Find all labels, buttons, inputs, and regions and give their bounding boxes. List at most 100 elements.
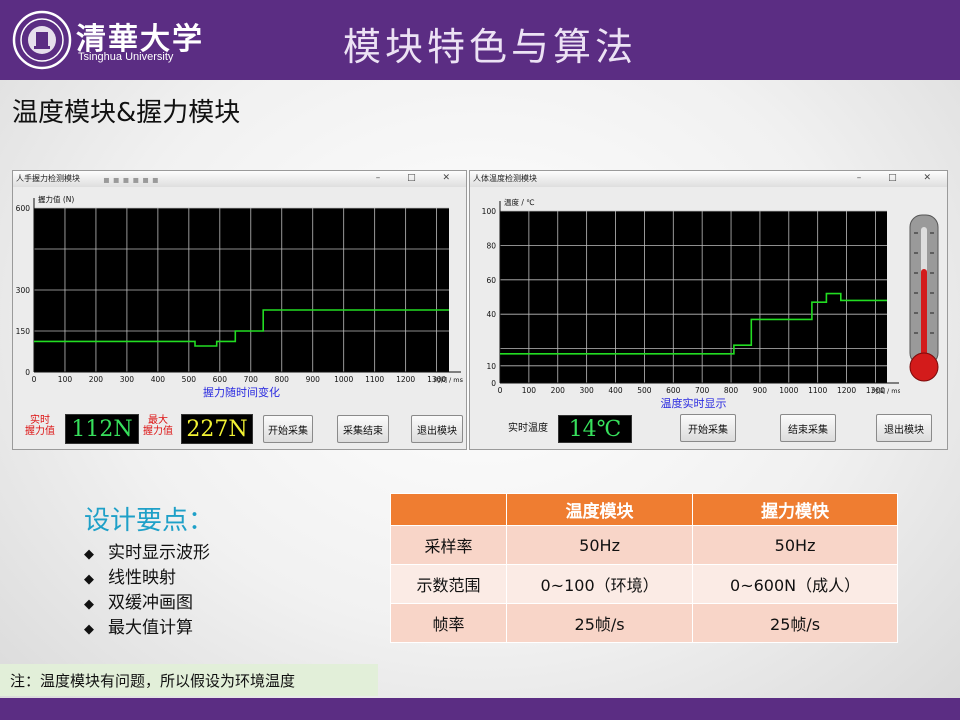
x-tick-label: 600 xyxy=(666,386,681,395)
x-unit-label: 时间 / ms xyxy=(872,386,900,395)
x-tick-label: 700 xyxy=(244,375,259,384)
design-points-heading: 设计要点： xyxy=(84,506,215,536)
y-tick-label: 10 xyxy=(486,362,496,371)
x-tick-label: 1100 xyxy=(808,386,827,395)
table-cell: 0~600N（成人） xyxy=(692,564,898,604)
x-tick-label: 900 xyxy=(306,375,321,384)
window-controls[interactable]: – □ ✕ xyxy=(857,173,943,183)
temp-start-button[interactable]: 开始采集 xyxy=(680,414,736,442)
list-item-text: 双缓冲画图 xyxy=(108,593,193,613)
table-header-cell: 握力模快 xyxy=(692,493,898,526)
temp-window-titlebar: 人体温度检测模块 – □ ✕ xyxy=(470,171,947,187)
y-tick-label: 100 xyxy=(482,207,497,216)
list-item-text: 实时显示波形 xyxy=(108,543,210,563)
x-tick-label: 900 xyxy=(753,386,768,395)
grip-window-title: 人手握力检测模块 xyxy=(16,174,80,183)
x-tick-label: 100 xyxy=(58,375,73,384)
y-tick-label: 60 xyxy=(486,276,496,285)
y-tick-label: 80 xyxy=(486,241,496,250)
diamond-bullet-icon: ◆ xyxy=(84,597,94,612)
slide-title: 模块特色与算法 xyxy=(342,25,637,69)
grip-exit-button[interactable]: 退出模块 xyxy=(411,415,463,443)
list-item: ◆ 实时显示波形 xyxy=(84,538,210,563)
table-header-cell: 温度模块 xyxy=(505,493,694,526)
list-item: ◆ 线性映射 xyxy=(84,563,210,588)
table-row: 采样率 50Hz 50Hz xyxy=(390,525,898,565)
thermometer-icon xyxy=(909,214,939,382)
y-axis-label: 温度 / ℃ xyxy=(504,197,535,207)
grip-max-display: 227N xyxy=(181,414,253,444)
x-tick-label: 400 xyxy=(151,375,166,384)
temp-readout-display: 14℃ xyxy=(558,415,632,443)
window-controls[interactable]: – □ ✕ xyxy=(376,173,462,183)
x-tick-label: 1200 xyxy=(396,375,415,384)
x-tick-label: 200 xyxy=(89,375,104,384)
y-axis-label: 握力值 (N) xyxy=(38,194,74,204)
table-row: 帧率 25帧/s 25帧/s xyxy=(390,603,898,643)
y-tick-label: 0 xyxy=(25,368,30,377)
grip-readout-display: 112N xyxy=(65,414,139,444)
temp-stop-button[interactable]: 结束采集 xyxy=(780,414,836,442)
x-tick-label: 0 xyxy=(32,375,37,384)
table-header-cell xyxy=(390,493,507,526)
x-tick-label: 300 xyxy=(579,386,594,395)
table-cell: 采样率 xyxy=(390,525,507,565)
grip-stop-button[interactable]: 采集结束 xyxy=(337,415,389,443)
temp-exit-button[interactable]: 退出模块 xyxy=(876,414,932,442)
grip-chart: 0 100 200 300 400 500 600 700 800 900 1000 1100 1200… xyxy=(16,194,464,399)
x-tick-label: 600 xyxy=(213,375,228,384)
header-bar: 清華大学 Tsinghua University 模块特色与算法 xyxy=(0,0,960,80)
y-tick-label: 40 xyxy=(486,310,496,319)
list-item: ◆ 双缓冲画图 xyxy=(84,588,210,613)
x-tick-label: 500 xyxy=(182,375,197,384)
y-tick-label: 0 xyxy=(491,379,496,388)
x-axis-title: 温度实时显示 xyxy=(661,396,727,410)
x-axis-title: 握力随时间变化 xyxy=(203,385,280,399)
table-cell: 帧率 xyxy=(390,603,507,643)
grip-max-label: 最大 握力值 xyxy=(143,415,173,437)
footer-bar xyxy=(0,698,960,720)
diamond-bullet-icon: ◆ xyxy=(84,547,94,562)
temp-readout-label: 实时温度 xyxy=(508,423,548,434)
x-tick-label: 800 xyxy=(724,386,739,395)
table-cell: 25帧/s xyxy=(692,603,898,643)
x-tick-label: 1000 xyxy=(779,386,798,395)
x-tick-label: 200 xyxy=(551,386,566,395)
x-tick-label: 400 xyxy=(608,386,623,395)
x-tick-label: 700 xyxy=(695,386,710,395)
table-cell: 50Hz xyxy=(692,525,898,565)
x-tick-label: 1100 xyxy=(365,375,384,384)
table-cell: 25帧/s xyxy=(505,603,694,643)
temp-window: 人体温度检测模块 – □ ✕ 0 100 200 300 400 500 600 700 800… xyxy=(469,170,948,450)
x-tick-label: 500 xyxy=(637,386,652,395)
grip-window: 人手握力检测模块 ▪▪▪▪▪▪ – □ ✕ 0 100 200 300 400 500 60… xyxy=(12,170,467,450)
table-cell: 50Hz xyxy=(505,525,694,565)
table-cell: 0~100（环境） xyxy=(505,564,694,604)
list-item-text: 最大值计算 xyxy=(108,618,193,638)
x-tick-label: 1200 xyxy=(837,386,856,395)
spec-table: 温度模块 握力模快 采样率 50Hz 50Hz 示数范围 0~100（环境） 0… xyxy=(390,493,898,643)
table-cell: 示数范围 xyxy=(390,564,507,604)
y-tick-label: 150 xyxy=(16,327,31,336)
blurred-caption: ▪▪▪▪▪▪ xyxy=(103,175,162,186)
y-tick-label: 600 xyxy=(16,204,31,213)
slide-subtitle: 温度模块&握力模块 xyxy=(12,98,241,128)
x-tick-label: 0 xyxy=(498,386,503,395)
list-item: ◆ 最大值计算 xyxy=(84,613,210,638)
x-tick-label: 100 xyxy=(522,386,537,395)
grip-window-titlebar: 人手握力检测模块 ▪▪▪▪▪▪ – □ ✕ xyxy=(13,171,466,187)
diamond-bullet-icon: ◆ xyxy=(84,622,94,637)
diamond-bullet-icon: ◆ xyxy=(84,572,94,587)
grip-start-button[interactable]: 开始采集 xyxy=(263,415,313,443)
design-points-list: ◆ 实时显示波形 ◆ 线性映射 ◆ 双缓冲画图 ◆ 最大值计算 xyxy=(84,538,210,638)
y-tick-label: 300 xyxy=(16,286,31,295)
x-tick-label: 800 xyxy=(275,375,290,384)
x-tick-label: 1000 xyxy=(334,375,353,384)
x-tick-label: 300 xyxy=(120,375,135,384)
temp-window-title: 人体温度检测模块 xyxy=(473,174,537,183)
grip-readout-label: 实时 握力值 xyxy=(25,415,55,437)
table-row: 示数范围 0~100（环境） 0~600N（成人） xyxy=(390,564,898,604)
x-unit-label: 时间 / ms xyxy=(434,375,464,384)
temperature-chart: 0 100 200 300 400 500 600 700 800 900 1000 1100 1200… xyxy=(482,197,900,410)
table-header-row: 温度模块 握力模快 xyxy=(390,493,898,526)
